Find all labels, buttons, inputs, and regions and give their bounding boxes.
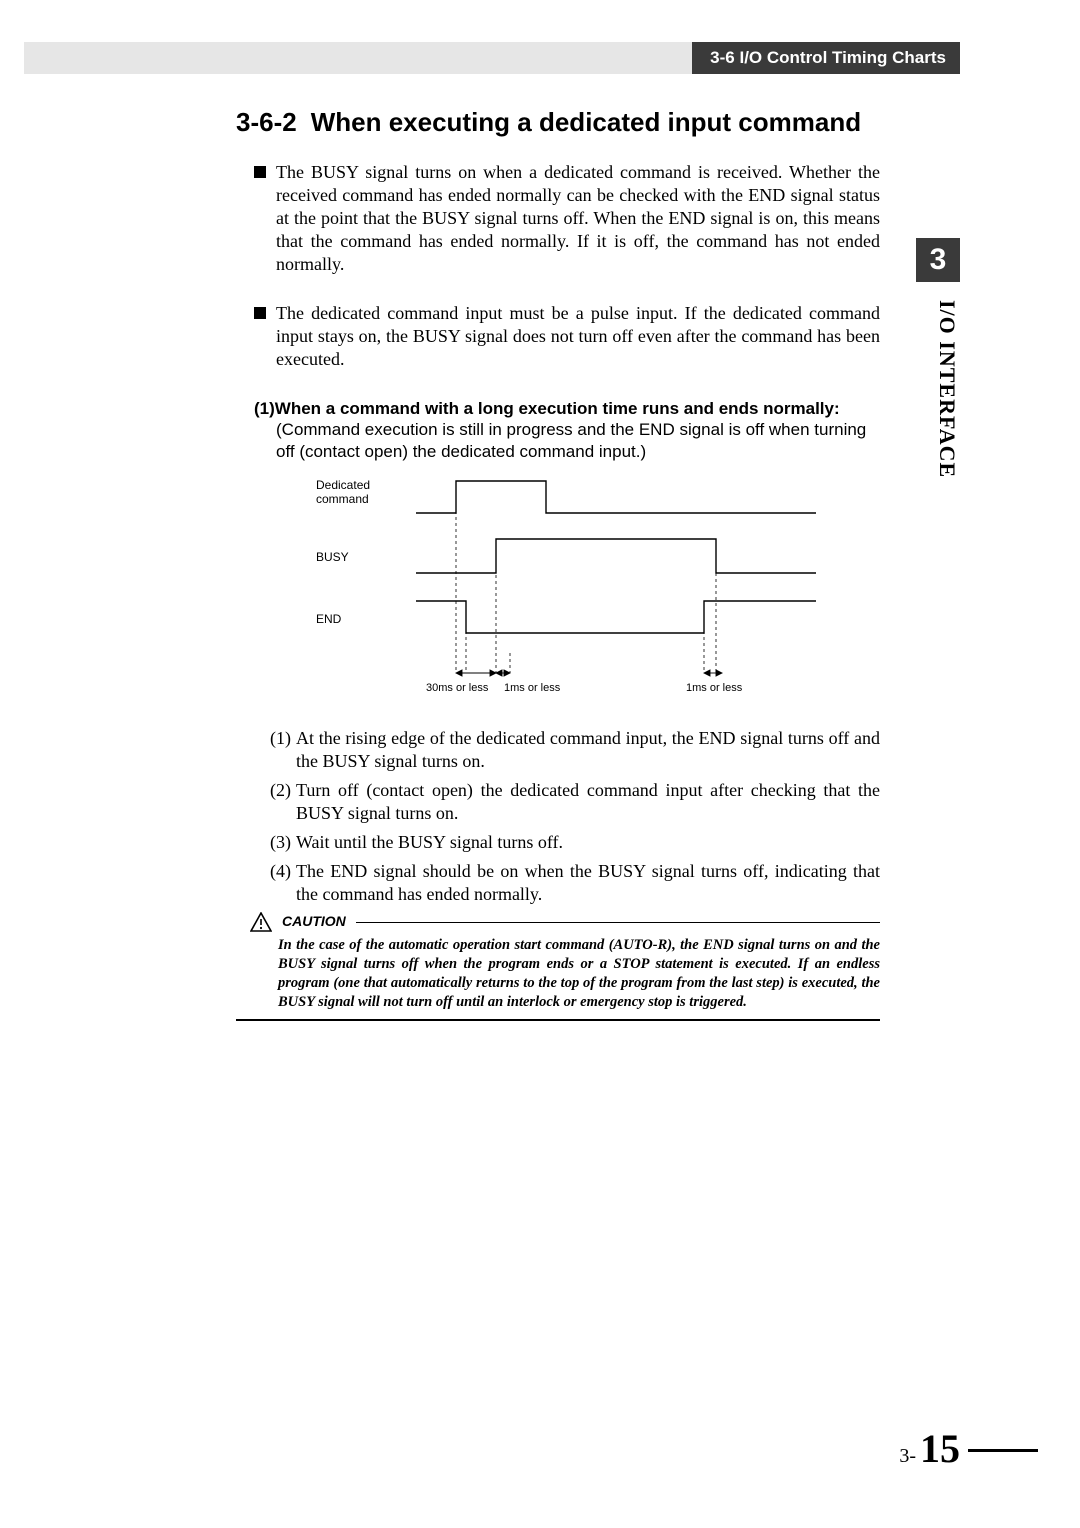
caution-header: CAUTION [250, 912, 880, 932]
step-4: (4)The END signal should be on when the … [296, 860, 880, 906]
bullet-1: The BUSY signal turns on when a dedicate… [236, 161, 880, 276]
caution-label: CAUTION [282, 913, 346, 931]
step-2: (2)Turn off (contact open) the dedicated… [296, 779, 880, 825]
timing-diagram: Dedicatedcommand BUSY END [316, 473, 880, 709]
waveform-dedicated [416, 481, 816, 513]
bullet-2-text: The dedicated command input must be a pu… [276, 303, 880, 369]
diag-label-dedicated: Dedicatedcommand [316, 478, 370, 506]
step-3-num: (3) [270, 831, 291, 854]
square-bullet-icon [254, 307, 266, 319]
case1-body: (Command execution is still in progress … [236, 419, 880, 463]
dim-arrow-1 [456, 670, 496, 676]
section-end-rule [236, 1019, 880, 1021]
step-4-text: The END signal should be on when the BUS… [296, 861, 880, 904]
step-1-text: At the rising edge of the dedicated comm… [296, 728, 880, 771]
bullet-2: The dedicated command input must be a pu… [236, 302, 880, 371]
dim-arrow-2 [496, 670, 510, 676]
diag-t2: 1ms or less [504, 682, 561, 694]
step-1: (1)At the rising edge of the dedicated c… [296, 727, 880, 773]
case1-heading-text: When a command with a long execution tim… [275, 399, 840, 418]
title-text: When executing a dedicated input command [311, 107, 861, 137]
page-number-rule [968, 1449, 1038, 1452]
page-number: 3-15 [899, 1425, 960, 1472]
step-2-text: Turn off (contact open) the dedicated co… [296, 780, 880, 823]
chapter-tab: 3 [916, 238, 960, 282]
diag-t1: 30ms or less [426, 682, 489, 694]
waveform-end [416, 601, 816, 633]
page-content: 3-6-2 When executing a dedicated input co… [236, 106, 880, 1021]
caution-triangle-icon [250, 912, 272, 932]
header-section-label: 3-6 I/O Control Timing Charts [692, 42, 960, 74]
page-num-big: 15 [920, 1425, 960, 1472]
case1-num: (1) [254, 399, 275, 418]
square-bullet-icon [254, 166, 266, 178]
step-3: (3)Wait until the BUSY signal turns off. [296, 831, 880, 854]
case1-heading: (1)When a command with a long execution … [236, 398, 880, 420]
diag-label-busy: BUSY [316, 550, 349, 564]
step-4-num: (4) [270, 860, 291, 883]
step-3-text: Wait until the BUSY signal turns off. [296, 832, 563, 852]
steps-list: (1)At the rising edge of the dedicated c… [236, 727, 880, 906]
side-chapter-label: I/O INTERFACE [916, 300, 960, 478]
caution-body: In the case of the automatic operation s… [236, 936, 880, 1011]
waveform-busy [416, 539, 816, 573]
diag-t3: 1ms or less [686, 682, 743, 694]
page-title: 3-6-2 When executing a dedicated input co… [236, 106, 880, 139]
page-prefix: 3- [899, 1445, 916, 1468]
caution-line [356, 922, 880, 923]
dim-arrow-3 [704, 670, 722, 676]
step-1-num: (1) [270, 727, 291, 750]
bullet-1-text: The BUSY signal turns on when a dedicate… [276, 162, 880, 274]
diag-label-end: END [316, 612, 342, 626]
title-number: 3-6-2 [236, 107, 297, 137]
step-2-num: (2) [270, 779, 291, 802]
